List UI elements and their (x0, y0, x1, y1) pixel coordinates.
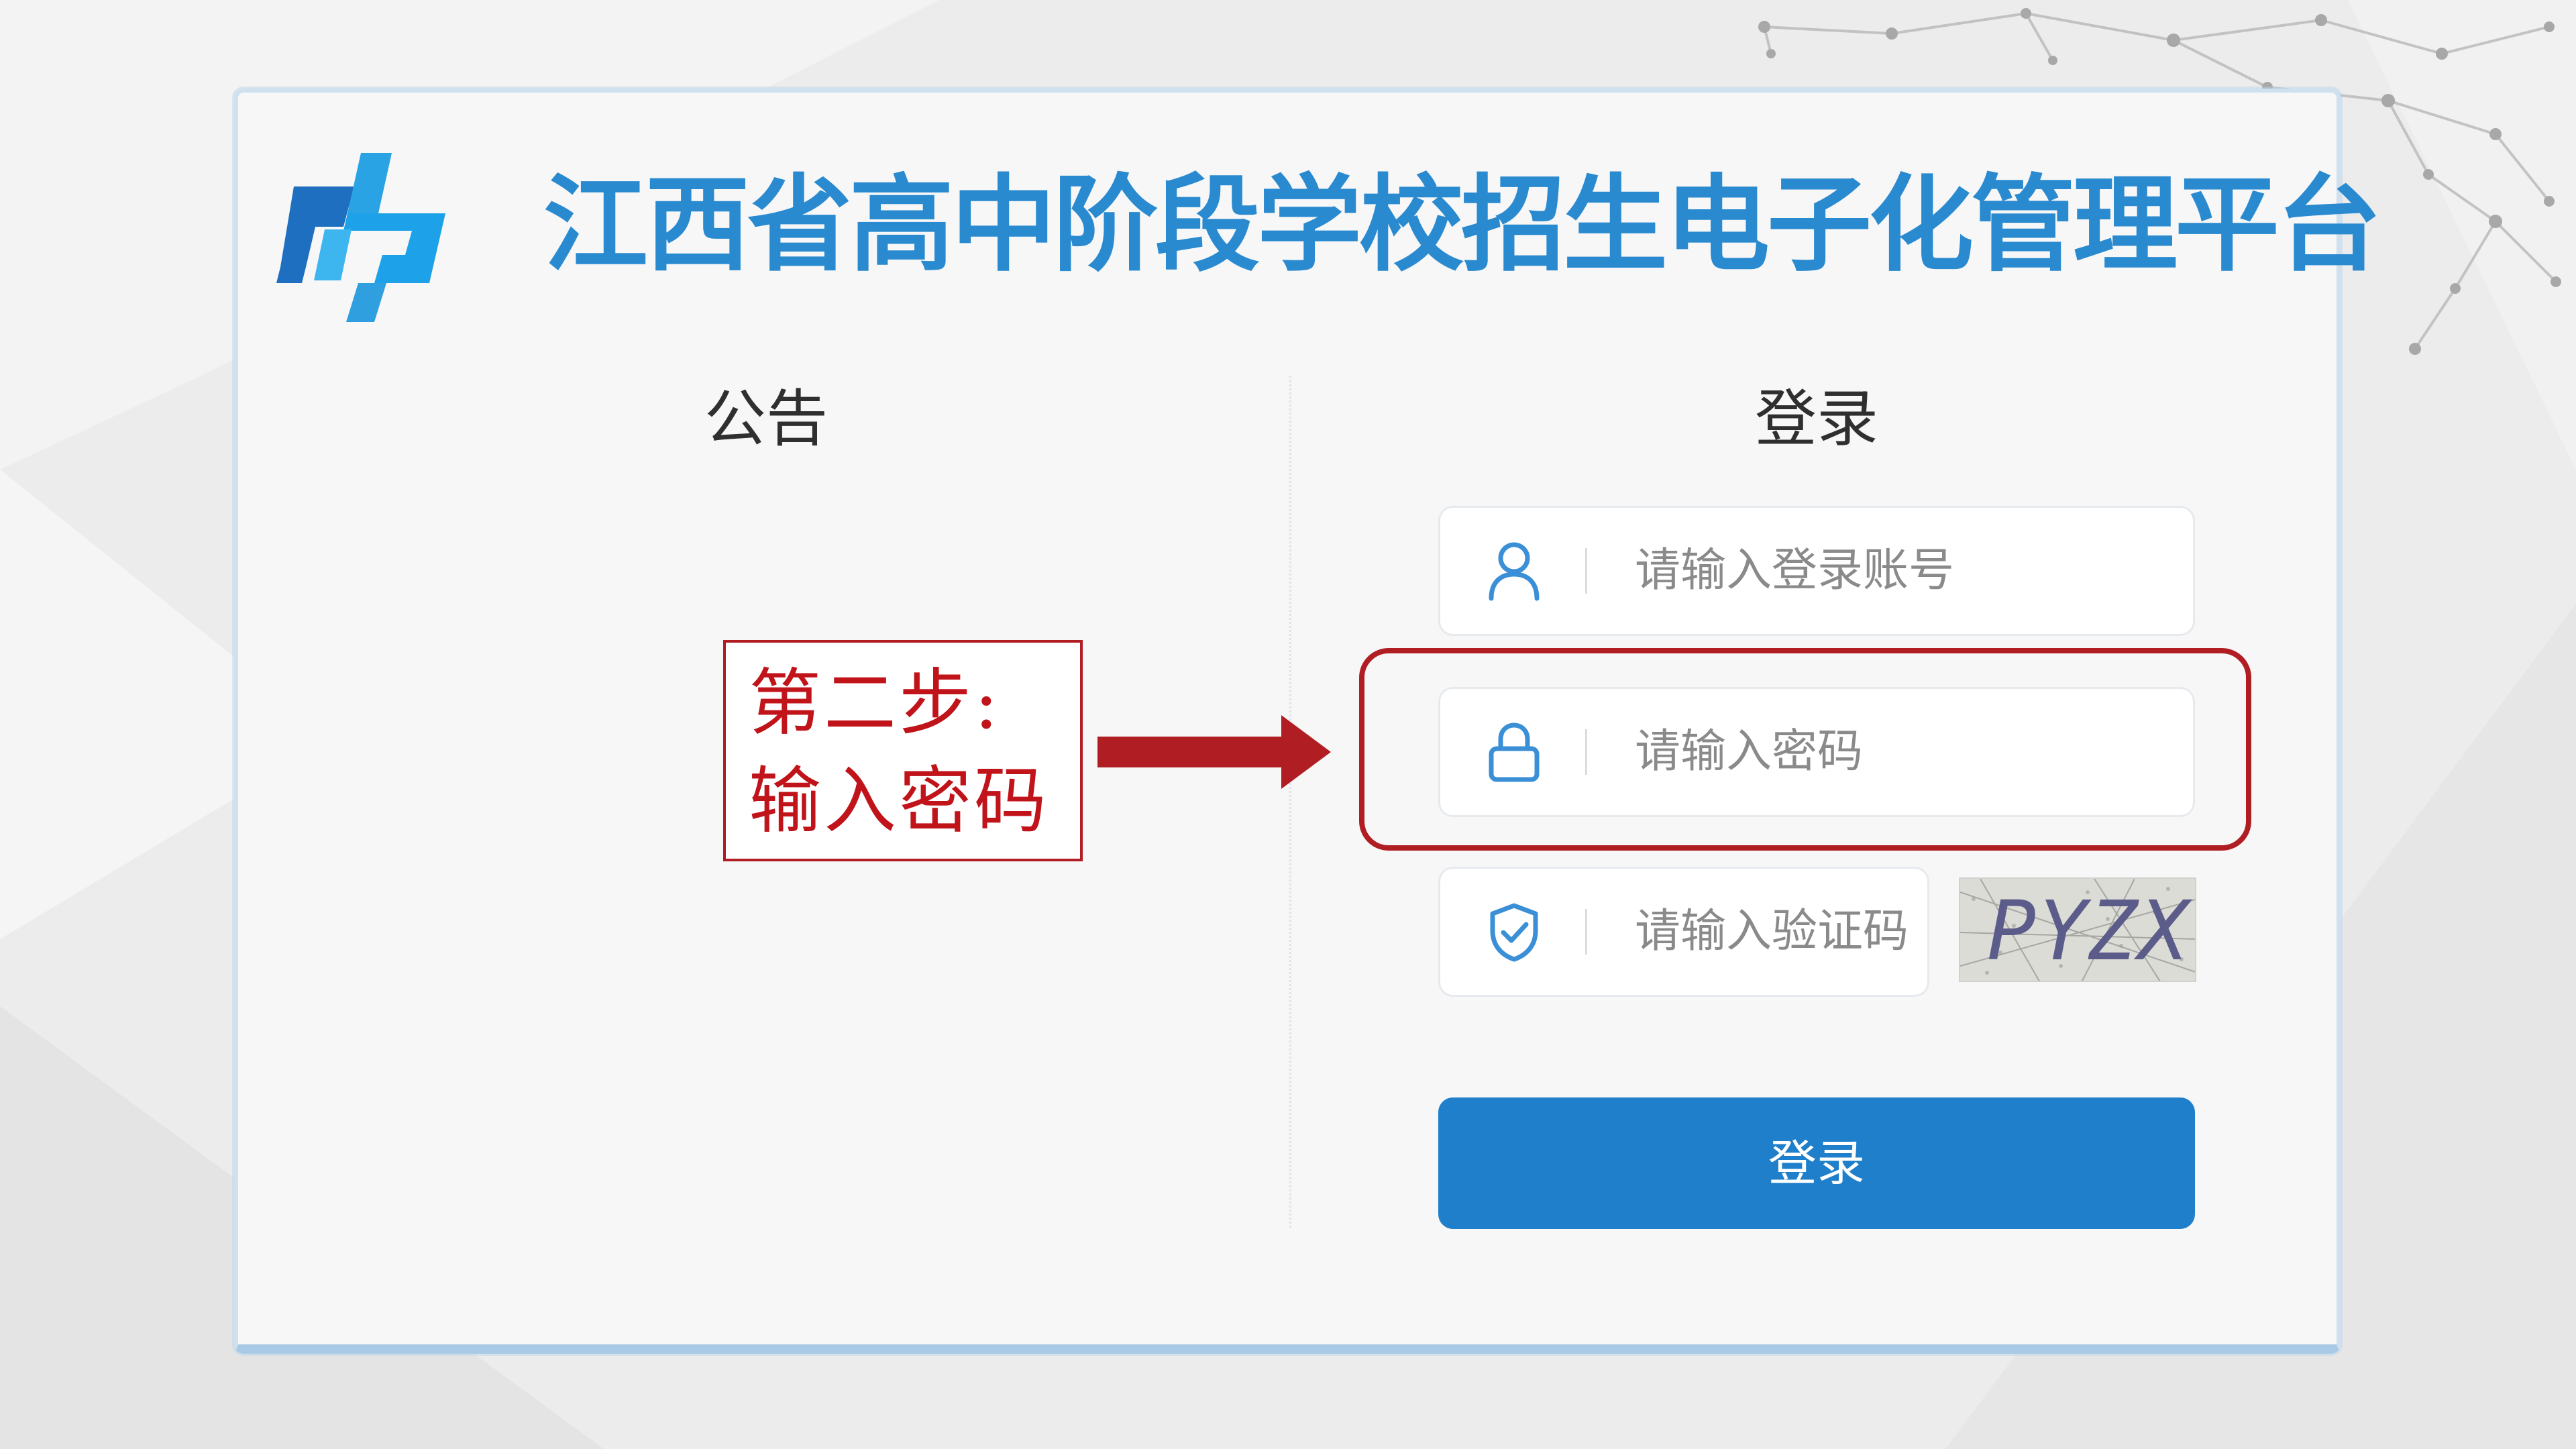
field-separator (1585, 548, 1587, 594)
password-highlight-box (1359, 648, 2251, 851)
username-placeholder: 请输入登录账号 (1635, 544, 1955, 597)
callout-step-label: 第二步: (749, 661, 1002, 745)
step-callout: 第二步: 输入密码 (723, 640, 1083, 861)
field-separator (1585, 909, 1587, 955)
captcha-placeholder: 请输入验证码 (1635, 905, 1909, 958)
notice-heading: 公告 (704, 383, 828, 455)
captcha-field[interactable]: 请输入验证码 (1438, 867, 1929, 997)
login-heading: 登录 (1755, 383, 1879, 455)
callout-instruction: 输入密码 (749, 759, 1050, 843)
shield-check-icon (1490, 903, 1538, 962)
column-divider (1289, 376, 1291, 1228)
site-title: 江西省高中阶段学校招生电子化管理平台 (543, 164, 2381, 286)
user-icon (1489, 542, 1540, 601)
login-button[interactable]: 登录 (1438, 1097, 2195, 1229)
cp-platform-logo-icon (276, 153, 445, 322)
username-field[interactable]: 请输入登录账号 (1438, 506, 2195, 636)
captcha-image[interactable]: PYZX (1959, 877, 2196, 982)
captcha-code: PYZX (1987, 883, 2190, 979)
right-arrow-icon (1097, 715, 1331, 789)
